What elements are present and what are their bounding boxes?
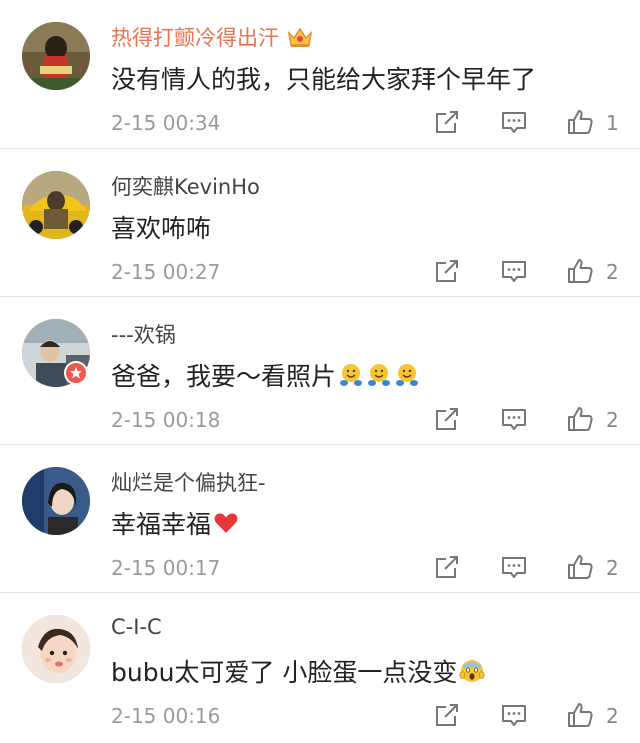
username[interactable]: C-I-C [111, 615, 162, 639]
share-button[interactable] [433, 257, 461, 285]
avatar[interactable] [22, 171, 90, 239]
comment-text-content: bubu太可爱了 小脸蛋一点没变 [111, 658, 458, 687]
comment-time: 2-15 00:17 [111, 556, 221, 580]
reply-button[interactable] [500, 553, 528, 581]
username-text[interactable]: 热得打颤冷得出汗 [111, 22, 279, 52]
username-text[interactable]: ---欢锅 [111, 319, 176, 349]
like-count: 2 [606, 556, 619, 580]
like-count: 1 [606, 111, 619, 135]
like-count: 2 [606, 408, 619, 432]
avatar[interactable] [22, 615, 90, 683]
share-button[interactable] [433, 108, 461, 136]
comment-time: 2-15 00:16 [111, 704, 221, 728]
thumbs-up-icon [568, 703, 593, 727]
thumbs-up-icon [568, 259, 593, 283]
username-text[interactable]: 何奕麒KevinHo [111, 171, 260, 201]
comment-text-content: 没有情人的我，只能给大家拜个早年了 [111, 65, 537, 94]
comment-text: 喜欢咘咘 [111, 209, 211, 245]
username-text[interactable]: C-I-C [111, 615, 162, 639]
like-button[interactable] [566, 108, 594, 136]
username[interactable]: 灿烂是个偏执狂- [111, 467, 266, 497]
share-icon [436, 260, 458, 282]
username-text[interactable]: 灿烂是个偏执狂- [111, 467, 266, 497]
avatar[interactable] [22, 22, 90, 90]
reply-button[interactable] [500, 108, 528, 136]
comment-item: C-I-C bubu太可爱了 小脸蛋一点没变 2-15 00:16 2 [0, 592, 640, 740]
comment-time: 2-15 00:18 [111, 408, 221, 432]
red-heart-emoji [214, 513, 238, 533]
like-button[interactable] [566, 257, 594, 285]
comment-text: 没有情人的我，只能给大家拜个早年了 [111, 60, 536, 96]
thumbs-up-icon [568, 407, 593, 431]
share-icon [436, 556, 458, 578]
comment-time: 2-15 00:34 [111, 111, 221, 135]
screaming-face-emoji [459, 660, 485, 682]
share-button[interactable] [433, 553, 461, 581]
comment-icon [502, 409, 526, 430]
comment-text-content: 幸福幸福 [111, 510, 212, 539]
comment-text: 幸福幸福 [111, 505, 239, 541]
comment-item: 灿烂是个偏执狂- 幸福幸福 2-15 00:17 2 [0, 444, 640, 592]
reply-button[interactable] [500, 257, 528, 285]
avatar-image [22, 171, 90, 239]
comment-item: 何奕麒KevinHo 喜欢咘咘 2-15 00:27 2 [0, 148, 640, 296]
thumbs-up-icon [568, 110, 593, 134]
username[interactable]: ---欢锅 [111, 319, 176, 349]
hugging-face-emoji [368, 364, 391, 386]
like-button[interactable] [566, 553, 594, 581]
hugging-face-emoji [340, 364, 363, 386]
comment-item: ---欢锅 爸爸，我要～看照片 2-15 00:18 2 [0, 296, 640, 444]
share-icon [436, 111, 458, 133]
comment-text-content: 爸爸，我要～看照片 [111, 362, 337, 391]
like-count: 2 [606, 260, 619, 284]
comment-icon [502, 112, 526, 133]
username[interactable]: 热得打颤冷得出汗 [111, 22, 313, 52]
avatar-image [22, 22, 90, 90]
reply-button[interactable] [500, 701, 528, 729]
avatar[interactable] [22, 467, 90, 535]
comment-item: 热得打颤冷得出汗 没有情人的我，只能给大家拜个早年了 2-15 00:34 1 [0, 0, 640, 148]
comment-time: 2-15 00:27 [111, 260, 221, 284]
share-button[interactable] [433, 701, 461, 729]
share-button[interactable] [433, 405, 461, 433]
star-icon [70, 367, 82, 379]
hugging-face-emoji [396, 364, 419, 386]
username[interactable]: 何奕麒KevinHo [111, 171, 260, 201]
comment-list: 热得打颤冷得出汗 没有情人的我，只能给大家拜个早年了 2-15 00:34 1 [0, 0, 640, 743]
like-button[interactable] [566, 701, 594, 729]
share-icon [436, 408, 458, 430]
reply-button[interactable] [500, 405, 528, 433]
like-button[interactable] [566, 405, 594, 433]
thumbs-up-icon [568, 555, 593, 579]
comment-icon [502, 557, 526, 578]
comment-text-content: 喜欢咘咘 [111, 214, 212, 243]
avatar-image [22, 615, 90, 683]
verified-badge [64, 361, 88, 385]
comment-icon [502, 705, 526, 726]
avatar-image [22, 467, 90, 535]
comment-icon [502, 261, 526, 282]
crown-icon [287, 27, 313, 47]
like-count: 2 [606, 704, 619, 728]
share-icon [436, 704, 458, 726]
comment-text: bubu太可爱了 小脸蛋一点没变 [111, 653, 485, 689]
comment-text: 爸爸，我要～看照片 [111, 357, 420, 393]
